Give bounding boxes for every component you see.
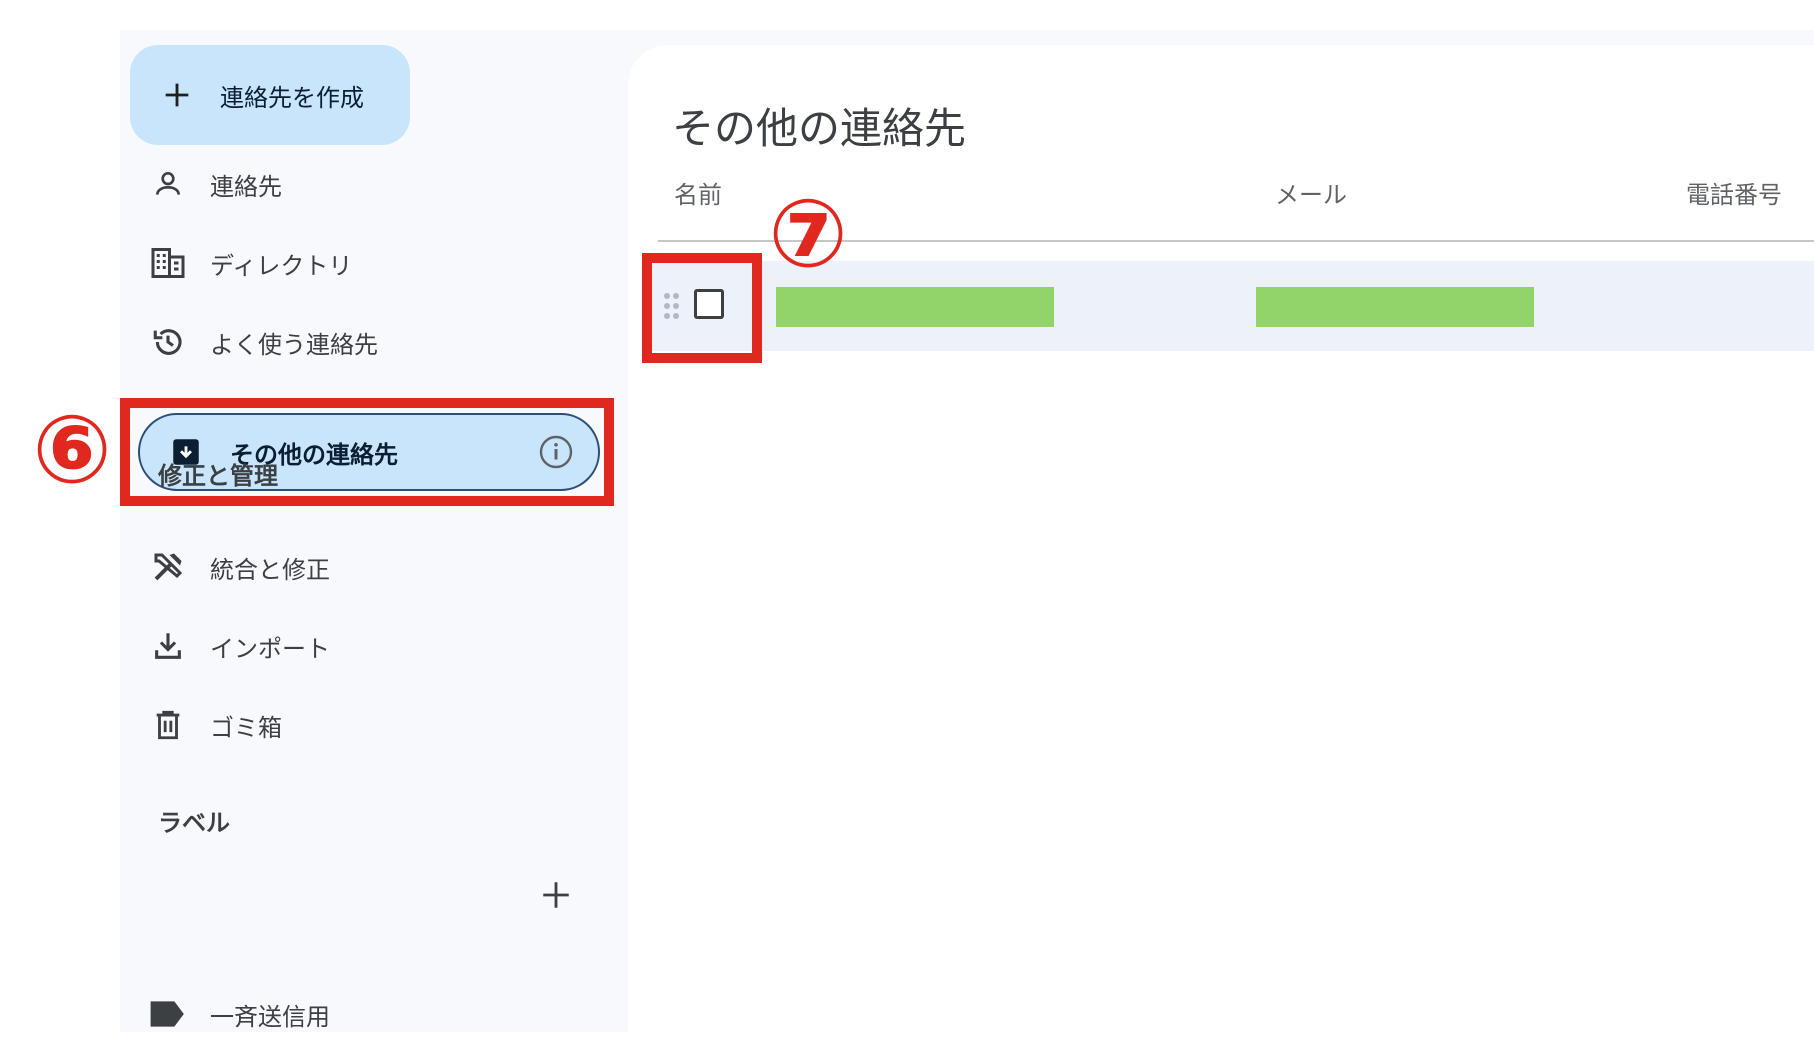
redacted-name xyxy=(776,287,1054,327)
annotation-number-step6: ⑥ xyxy=(32,396,112,505)
annotation-number-step7: ⑦ xyxy=(768,180,848,289)
sidebar-item-import[interactable]: インポート xyxy=(148,616,608,676)
history-icon xyxy=(148,322,188,362)
sidebar-item-label: 一斉送信用 xyxy=(210,1002,330,1031)
column-header-phone[interactable]: 電話番号 xyxy=(1686,175,1782,210)
plus-icon xyxy=(160,78,194,112)
sidebar-item-label: ディレクトリ xyxy=(210,251,353,280)
section-title-labels: ラベル xyxy=(158,809,230,837)
create-contact-label: 連絡先を作成 xyxy=(220,83,364,112)
sidebar-item-directory[interactable]: ディレクトリ xyxy=(148,233,608,293)
sidebar-item-label: 連絡先 xyxy=(210,172,282,201)
sidebar-item-label: インポート xyxy=(210,634,330,663)
tools-icon xyxy=(148,547,188,587)
add-label-button[interactable] xyxy=(536,875,576,915)
sidebar-item-label: ゴミ箱 xyxy=(210,713,282,742)
sidebar-item-label-broadcast[interactable]: 一斉送信用 xyxy=(148,984,608,1044)
sidebar-item-merge-fix[interactable]: 統合と修正 xyxy=(148,537,608,597)
trash-icon xyxy=(148,705,188,745)
redacted-email xyxy=(1256,287,1534,327)
label-icon xyxy=(148,994,188,1034)
sidebar-item-label: 統合と修正 xyxy=(210,555,330,584)
column-header-email[interactable]: メール xyxy=(1275,175,1347,210)
create-contact-button[interactable]: 連絡先を作成 xyxy=(130,45,410,145)
annotation-box-step7 xyxy=(642,253,762,363)
sidebar-item-frequent[interactable]: よく使う連絡先 xyxy=(148,312,608,372)
sidebar-item-trash[interactable]: ゴミ箱 xyxy=(148,695,608,755)
sidebar-item-contacts[interactable]: 連絡先 xyxy=(148,154,608,214)
sidebar-item-label: よく使う連絡先 xyxy=(210,330,378,359)
contacts-app: 連絡先を作成 連絡先 ディレクトリ よく使う連絡先 その他の連絡先 修正と管理 … xyxy=(120,30,1814,1045)
building-icon xyxy=(148,243,188,283)
page-title: その他の連絡先 xyxy=(672,104,967,153)
person-icon xyxy=(148,164,188,204)
column-header-name[interactable]: 名前 xyxy=(674,175,722,210)
annotation-box-step6 xyxy=(120,398,614,506)
download-icon xyxy=(148,626,188,666)
